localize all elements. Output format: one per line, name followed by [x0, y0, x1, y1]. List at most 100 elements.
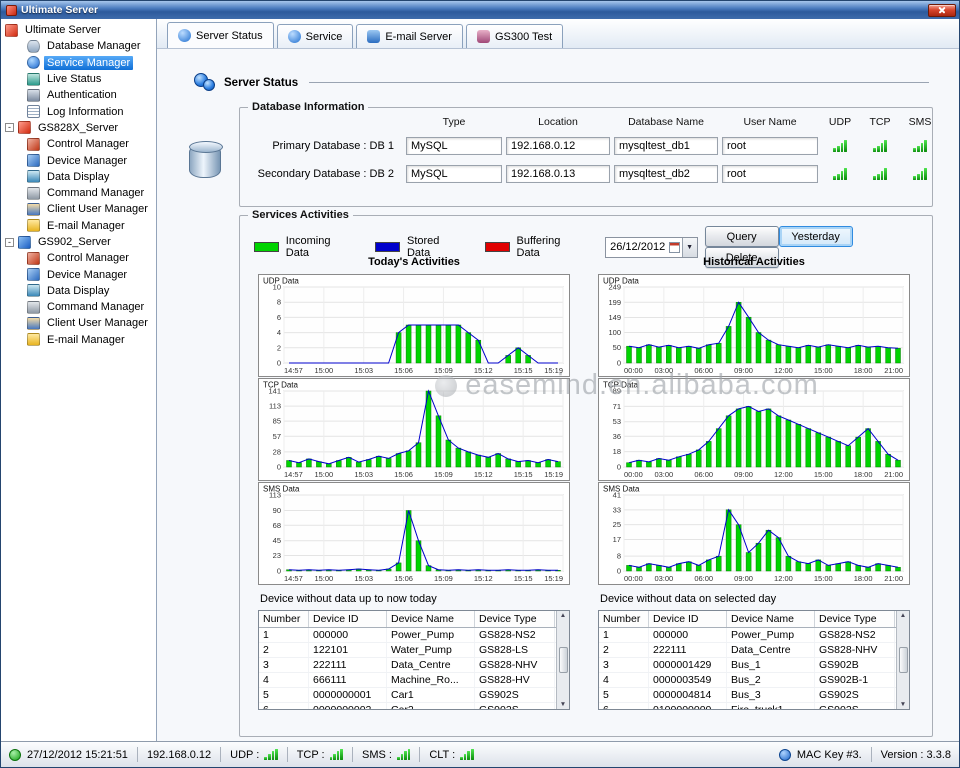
chart-historical-tcp: 0183653718900:0003:0006:0009:0012:0015:0…: [598, 378, 910, 481]
sidebar-item-label: Control Manager: [44, 137, 132, 151]
table-row[interactable]: 1000000Power_PumpGS828-NS2: [599, 628, 909, 643]
svg-text:06:00: 06:00: [694, 574, 713, 583]
table-row[interactable]: 50000000001Car1GS902S: [259, 688, 569, 703]
svg-text:12:00: 12:00: [774, 366, 793, 375]
yesterday-button[interactable]: Yesterday: [779, 226, 853, 247]
svg-text:15:00: 15:00: [314, 470, 333, 479]
db-name-field[interactable]: mysqltest_db2: [614, 165, 718, 183]
sidebar-item-data-display[interactable]: Data Display: [1, 169, 156, 185]
sidebar-item-command-manager[interactable]: Command Manager: [1, 299, 156, 315]
table-row[interactable]: 2222111Data_CentreGS828-NHV: [599, 643, 909, 658]
sidebar-item-gs902-server[interactable]: -GS902_Server: [1, 234, 156, 250]
table-cell: Car1: [387, 688, 475, 702]
table-cell: Power_Pump: [727, 628, 815, 642]
scroll-thumb[interactable]: [559, 647, 568, 673]
table-cell: 000000: [309, 628, 387, 642]
table-row[interactable]: 4666111Machine_Ro...GS828-HV: [259, 673, 569, 688]
chart-svg: 0183653718900:0003:0006:0009:0012:0015:0…: [598, 378, 910, 481]
table-cell: 6: [599, 703, 649, 710]
sidebar-item-gs828x-server[interactable]: -GS828X_Server: [1, 120, 156, 136]
svg-text:15:19: 15:19: [544, 470, 563, 479]
table-row[interactable]: 60000000002Car2GS902S: [259, 703, 569, 710]
database-information-group: Database Information TypeLocationDatabas…: [239, 107, 933, 207]
close-button[interactable]: [928, 4, 956, 17]
sidebar-item-authentication[interactable]: Authentication: [1, 87, 156, 103]
sidebar-item-label: Control Manager: [44, 251, 132, 265]
table-cell: GS902B: [815, 658, 895, 672]
legend-swatch: [254, 242, 279, 252]
db-type-field[interactable]: MySQL: [406, 137, 502, 155]
tab-label: Server Status: [196, 30, 263, 42]
statusbar-divider: [419, 747, 420, 762]
legend-swatch: [485, 242, 510, 252]
table-cell: 2: [599, 643, 649, 657]
tab-service[interactable]: Service: [277, 24, 354, 48]
dropdown-arrow-icon[interactable]: ▼: [682, 238, 697, 257]
sidebar-item-data-display[interactable]: Data Display: [1, 283, 156, 299]
svg-text:18:00: 18:00: [854, 366, 873, 375]
signal-bars-icon: [913, 140, 926, 151]
scroll-thumb[interactable]: [899, 647, 908, 673]
sidebar-item-device-manager[interactable]: Device Manager: [1, 152, 156, 168]
sidebar-item-client-user-manager[interactable]: Client User Manager: [1, 315, 156, 331]
tabbar: Server Status ServiceE-mail ServerGS300 T…: [157, 19, 959, 49]
sidebar-item-e-mail-manager[interactable]: E-mail Manager: [1, 218, 156, 234]
titlebar[interactable]: Ultimate Server: [1, 1, 959, 19]
query-button[interactable]: Query: [705, 226, 779, 247]
server-red-icon: [5, 24, 18, 37]
signal-bars-icon: [873, 140, 886, 151]
client-icon: [27, 203, 40, 216]
table-row[interactable]: 30000001429Bus_1GS902B: [599, 658, 909, 673]
table-row[interactable]: 3222111Data_CentreGS828-NHV: [259, 658, 569, 673]
scroll-up-icon[interactable]: ▲: [560, 612, 566, 619]
tab-gs300-test[interactable]: GS300 Test: [466, 24, 563, 48]
table-scrollbar[interactable]: ▲▼: [556, 611, 569, 709]
svg-text:09:00: 09:00: [734, 574, 753, 583]
tree-expander-icon[interactable]: -: [5, 123, 14, 132]
sidebar-item-live-status[interactable]: Live Status: [1, 71, 156, 87]
date-picker[interactable]: 26/12/2012 ▼: [605, 237, 698, 258]
db-type-field[interactable]: MySQL: [406, 165, 502, 183]
table-row[interactable]: 50000004814Bus_3GS902S: [599, 688, 909, 703]
svg-text:TCP Data: TCP Data: [263, 381, 299, 390]
table-cell: Water_Pump: [387, 643, 475, 657]
sidebar-item-ultimate-server[interactable]: Ultimate Server: [1, 22, 156, 38]
scroll-down-icon[interactable]: ▼: [900, 701, 906, 708]
db-location-field[interactable]: 192.168.0.13: [506, 165, 610, 183]
sidebar-item-database-manager[interactable]: Database Manager: [1, 38, 156, 54]
sidebar-item-control-manager[interactable]: Control Manager: [1, 136, 156, 152]
table-header: NumberDevice IDDevice NameDevice Type: [599, 611, 909, 628]
table-row[interactable]: 60100000000Fire_truck1GS902S: [599, 703, 909, 710]
table-row[interactable]: 2122101Water_PumpGS828-LS: [259, 643, 569, 658]
scroll-up-icon[interactable]: ▲: [900, 612, 906, 619]
date-value: 26/12/2012: [610, 241, 665, 253]
table-row[interactable]: 40000003549Bus_2GS902B-1: [599, 673, 909, 688]
db-location-field[interactable]: 192.168.0.12: [506, 137, 610, 155]
table-scrollbar[interactable]: ▲▼: [896, 611, 909, 709]
table-cell: GS902S: [475, 688, 555, 702]
device-table-today: NumberDevice IDDevice NameDevice Type 10…: [258, 610, 570, 710]
test-icon: [477, 30, 490, 43]
sidebar-item-log-information[interactable]: Log Information: [1, 103, 156, 119]
db-user-field[interactable]: root: [722, 137, 818, 155]
tab-server-status[interactable]: Server Status: [167, 22, 274, 48]
scroll-down-icon[interactable]: ▼: [560, 701, 566, 708]
statusbar-divider: [871, 747, 872, 762]
sidebar-item-e-mail-manager[interactable]: E-mail Manager: [1, 332, 156, 348]
table-row[interactable]: 1000000Power_PumpGS828-NS2: [259, 628, 569, 643]
sidebar-item-command-manager[interactable]: Command Manager: [1, 185, 156, 201]
db-name-field[interactable]: mysqltest_db1: [614, 137, 718, 155]
db-header-row: TypeLocationDatabase NameUser NameUDPTCP…: [248, 116, 924, 128]
svg-text:15:06: 15:06: [394, 574, 413, 583]
sidebar-item-device-manager[interactable]: Device Manager: [1, 266, 156, 282]
tree-expander-icon[interactable]: -: [5, 238, 14, 247]
groupbox-title: Services Activities: [248, 209, 353, 221]
db-user-field[interactable]: root: [722, 165, 818, 183]
sidebar-item-control-manager[interactable]: Control Manager: [1, 250, 156, 266]
tab-e-mail-server[interactable]: E-mail Server: [356, 24, 463, 48]
table-cell: 0000000001: [309, 688, 387, 702]
column-header: Device Type: [475, 611, 555, 627]
sidebar-item-service-manager[interactable]: Service Manager: [1, 55, 156, 71]
sidebar-item-label: Live Status: [44, 72, 104, 86]
sidebar-item-client-user-manager[interactable]: Client User Manager: [1, 201, 156, 217]
